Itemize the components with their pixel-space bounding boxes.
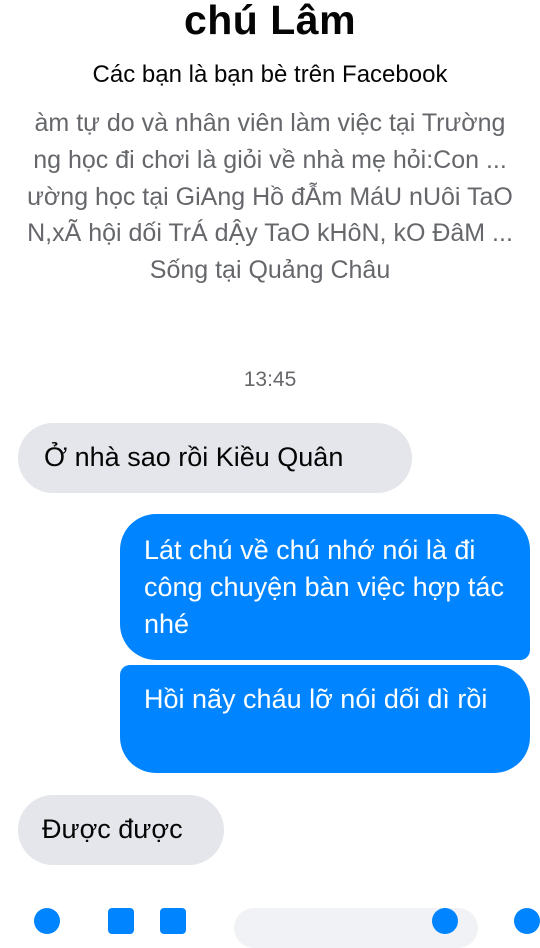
- incoming-message[interactable]: Được được: [18, 795, 224, 865]
- profile-info-line: ường học tại GiAng Hồ đẪm MáU nUôi TaO: [27, 183, 513, 211]
- incoming-message[interactable]: Ở nhà sao rồi Kiều Quân: [18, 423, 412, 493]
- contact-name[interactable]: chú Lâm: [0, 0, 540, 46]
- profile-info-line: N,xÃ hội dối TrÁ dẬy TaO kHôN, kO ĐâM ..…: [27, 219, 513, 247]
- emoji-icon[interactable]: [432, 908, 458, 934]
- friends-status: Các bạn là bạn bè trên Facebook: [92, 61, 448, 88]
- plus-icon[interactable]: [34, 908, 60, 934]
- outgoing-message[interactable]: Hồi nãy cháu lỡ nói dối dì rồi: [120, 665, 530, 773]
- message-composer: [0, 880, 540, 948]
- message-timestamp: 13:45: [243, 368, 297, 391]
- image-icon[interactable]: [160, 908, 186, 934]
- profile-info-line: àm tự do và nhân viên làm việc tại Trườn…: [34, 109, 506, 137]
- profile-info-line: ng học đi chơi là giỏi về nhà mẹ hỏi:Con…: [33, 146, 507, 174]
- camera-icon[interactable]: [108, 908, 134, 934]
- like-icon[interactable]: [514, 908, 540, 934]
- location-line: Sống tại Quảng Châu: [149, 256, 391, 284]
- outgoing-message[interactable]: Lát chú về chú nhớ nói là đi công chuyện…: [120, 514, 530, 660]
